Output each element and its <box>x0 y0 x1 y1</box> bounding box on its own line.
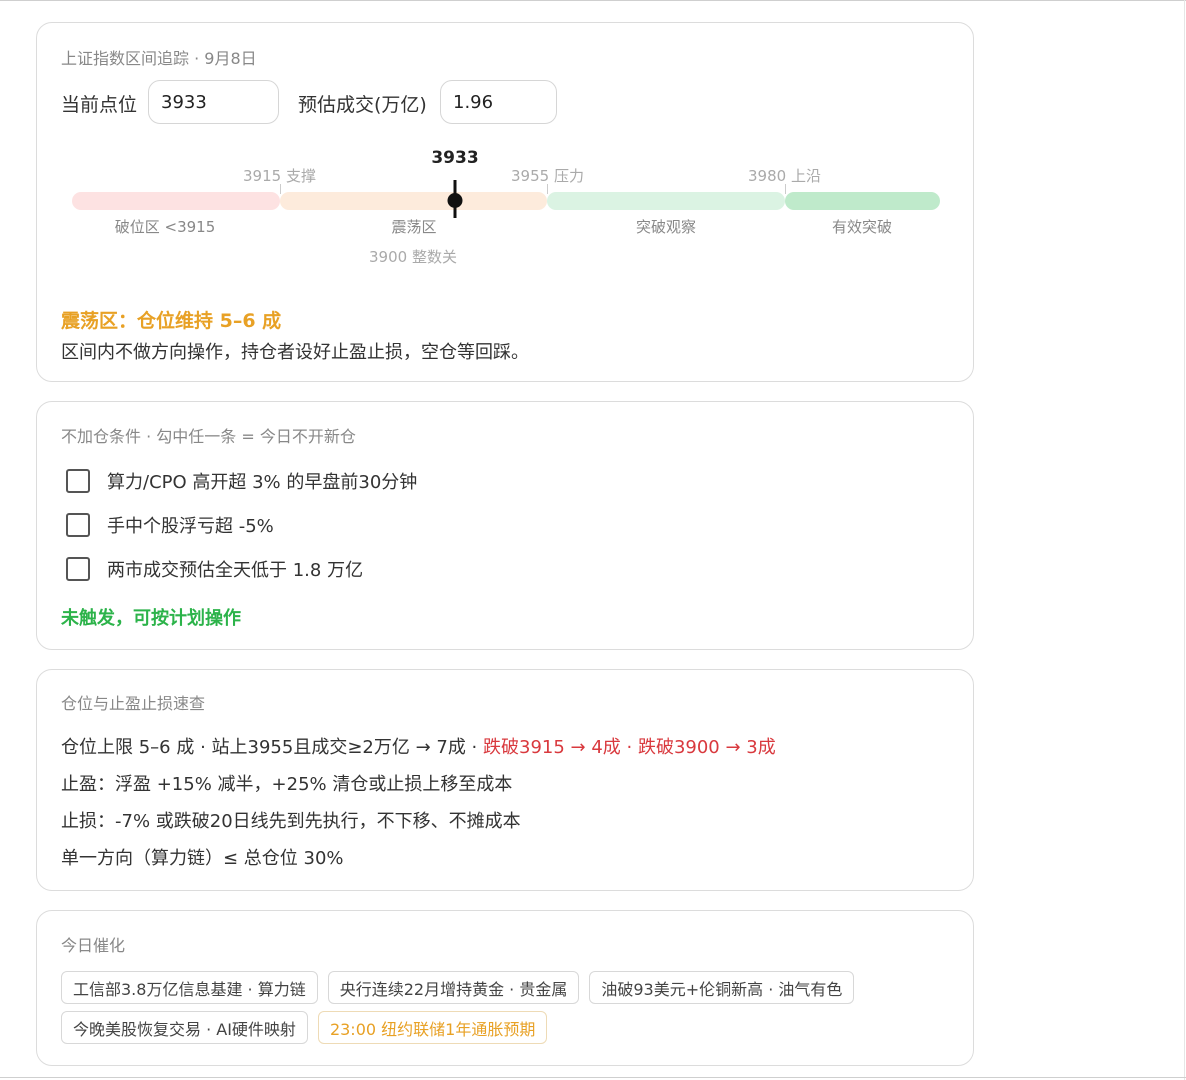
catalyst-tag-row-2: 今晚美股恢复交易 · AI硬件映射 23:00 纽约联储1年通胀预期 <box>61 1011 548 1044</box>
take-profit-line: 止盈：浮盈 +15% 减半，+25% 清仓或止损上移至成本 <box>61 774 513 795</box>
positions-title: 仓位与止盈止损速查 <box>61 694 206 713</box>
index-range-tracker-card: 上证指数区间追踪 · 9月8日 当前点位 预估成交(万亿) 3915 支撑 39… <box>36 22 974 382</box>
current-marker-dot <box>447 193 463 208</box>
right-divider <box>1184 0 1185 1080</box>
zone-status-description: 区间内不做方向操作，持仓者设好止盈止损，空仓等回踩。 <box>61 342 529 363</box>
volume-estimate-input[interactable] <box>440 80 557 124</box>
catalysts-card: 今日催化 工信部3.8万亿信息基建 · 算力链 央行连续22月增持黄金 · 贵金… <box>36 910 974 1066</box>
tick-support-line <box>280 184 281 194</box>
position-cut-warning: 跌破3915 → 4成 · 跌破3900 → 3成 <box>483 737 776 758</box>
tick-support-label: 3915 支撑 <box>243 167 316 185</box>
tick-pressure-line <box>547 184 548 194</box>
tick-upper-line <box>785 184 786 194</box>
tick-round-number-label: 3900 整数关 <box>369 248 457 266</box>
zone-bar-valid-breakout <box>785 192 940 210</box>
catalyst-tag-highlight: 23:00 纽约联储1年通胀预期 <box>317 1011 548 1044</box>
bottom-divider <box>0 1077 1186 1078</box>
stop-loss-line: 止损：-7% 或跌破20日线先到先执行，不下移、不摊成本 <box>61 811 521 832</box>
zone-status-title: 震荡区：仓位维持 5–6 成 <box>61 310 282 332</box>
catalyst-tag: 工信部3.8万亿信息基建 · 算力链 <box>61 971 318 1004</box>
current-point-label: 当前点位 <box>61 94 138 116</box>
catalysts-title: 今日催化 <box>61 936 126 955</box>
conditions-title: 不加仓条件 · 勾中任一条 = 今日不开新仓 <box>61 427 356 446</box>
tick-upper-label: 3980 上沿 <box>748 167 821 185</box>
position-limit-text: 仓位上限 5–6 成 · 站上3955且成交≥2万亿 → 7成 · <box>61 737 483 758</box>
volume-estimate-label: 预估成交(万亿) <box>298 94 427 116</box>
current-marker-value: 3933 <box>431 148 479 168</box>
no-add-conditions-card: 不加仓条件 · 勾中任一条 = 今日不开新仓 算力/CPO 高开超 3% 的早盘… <box>36 401 974 650</box>
top-divider <box>0 0 1186 1</box>
condition-label: 算力/CPO 高开超 3% 的早盘前30分钟 <box>107 472 418 493</box>
catalyst-tag: 油破93美元+伦铜新高 · 油气有色 <box>589 971 855 1004</box>
condition-label: 两市成交预估全天低于 1.8 万亿 <box>107 560 364 581</box>
conditions-status: 未触发，可按计划操作 <box>61 608 241 629</box>
position-limit-line: 仓位上限 5–6 成 · 站上3955且成交≥2万亿 → 7成 · 跌破3915… <box>61 733 776 759</box>
condition-checkbox[interactable] <box>66 557 90 581</box>
tick-pressure-label: 3955 压力 <box>511 167 584 185</box>
condition-item-low-volume[interactable]: 两市成交预估全天低于 1.8 万亿 <box>66 556 363 582</box>
tracker-title: 上证指数区间追踪 · 9月8日 <box>61 49 257 68</box>
zone-bar-range <box>280 192 547 210</box>
zone-label-valid-breakout: 有效突破 <box>831 218 893 236</box>
condition-checkbox[interactable] <box>66 469 90 493</box>
single-direction-limit-line: 单一方向（算力链）≤ 总仓位 30% <box>61 848 344 869</box>
condition-item-cpo-gap[interactable]: 算力/CPO 高开超 3% 的早盘前30分钟 <box>66 468 417 494</box>
position-stop-reference-card: 仓位与止盈止损速查 仓位上限 5–6 成 · 站上3955且成交≥2万亿 → 7… <box>36 669 974 891</box>
current-point-input[interactable] <box>148 80 279 124</box>
zone-label-breakout-watch: 突破观察 <box>635 218 697 236</box>
zone-label-breakdown: 破位区 <3915 <box>114 218 216 236</box>
zone-label-range: 震荡区 <box>391 218 437 236</box>
condition-item-floating-loss[interactable]: 手中个股浮亏超 -5% <box>66 512 274 538</box>
zone-bar-breakdown <box>72 192 280 210</box>
condition-label: 手中个股浮亏超 -5% <box>107 516 274 537</box>
catalyst-tag: 今晚美股恢复交易 · AI硬件映射 <box>61 1011 308 1044</box>
zone-bar-breakout-watch <box>547 192 785 210</box>
catalyst-tag: 央行连续22月增持黄金 · 贵金属 <box>327 971 580 1004</box>
condition-checkbox[interactable] <box>66 513 90 537</box>
catalyst-tag-row-1: 工信部3.8万亿信息基建 · 算力链 央行连续22月增持黄金 · 贵金属 油破9… <box>61 971 855 1004</box>
